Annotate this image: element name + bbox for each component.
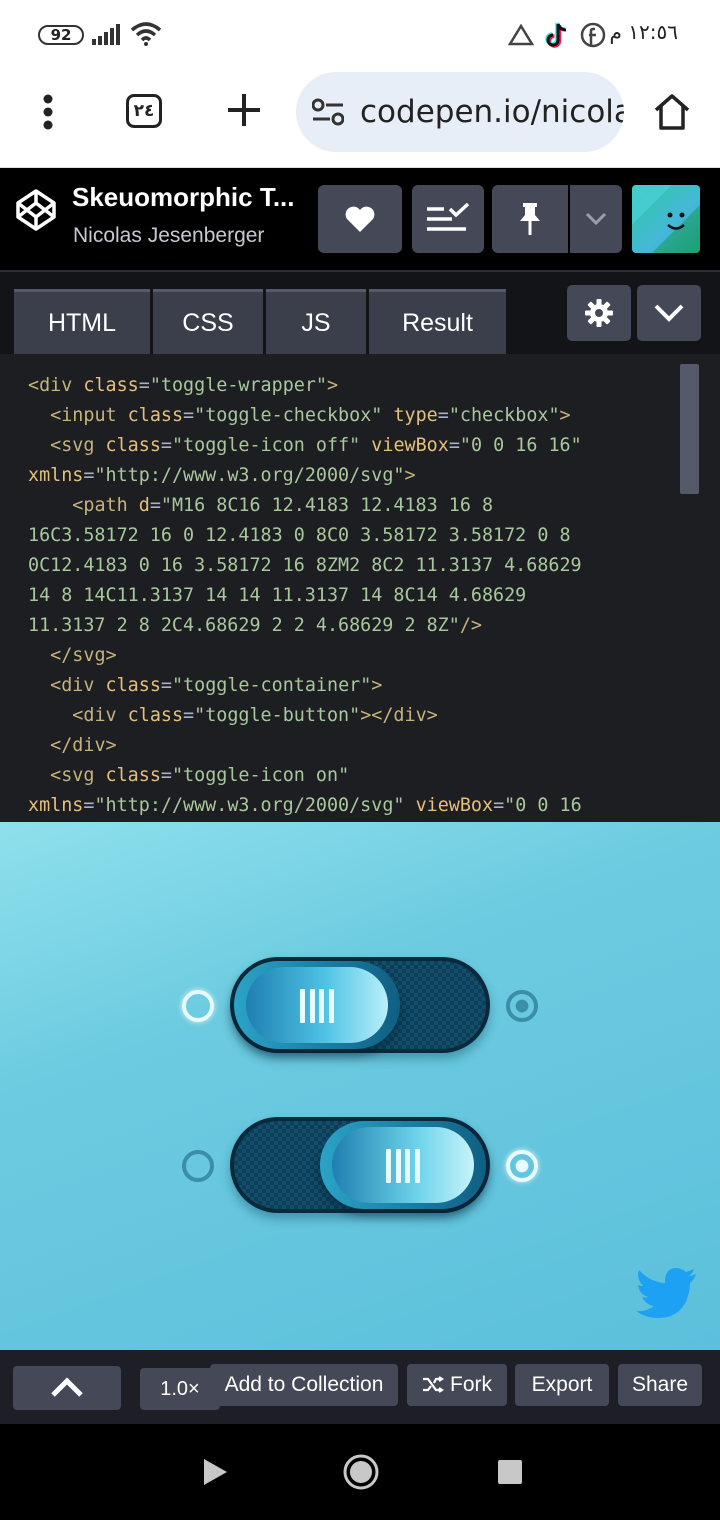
code-line: </svg> — [50, 645, 117, 666]
system-nav-bar — [0, 1424, 720, 1520]
chevron-up-icon — [51, 1377, 83, 1397]
fork-icon — [423, 1376, 444, 1393]
grip-icon — [386, 1149, 420, 1183]
codepen-logo-icon[interactable] — [14, 188, 58, 232]
on-indicator-icon — [506, 1150, 538, 1182]
fork-label: Fork — [450, 1373, 492, 1396]
code-line: <div class="toggle-container"> — [50, 675, 383, 696]
signal-icon — [92, 24, 120, 45]
facebook-icon — [580, 22, 606, 48]
code-line: xmlns="http://www.w3.org/2000/svg"> — [28, 465, 416, 486]
plus-icon[interactable] — [226, 92, 262, 128]
add-to-collection-button[interactable]: Add to Collection — [210, 1364, 398, 1406]
code-scrollbar[interactable] — [680, 364, 699, 494]
code-line: </div> — [50, 735, 117, 756]
off-indicator-icon — [182, 1150, 214, 1182]
tab-css[interactable]: CSS — [153, 289, 263, 354]
code-line: <path d="M16 8C16 12.4183 12.4183 16 8 — [72, 495, 494, 516]
back-icon[interactable] — [200, 1457, 230, 1487]
site-settings-icon[interactable] — [312, 98, 344, 126]
toggle-switch-off[interactable] — [230, 957, 490, 1053]
on-indicator-icon — [506, 990, 538, 1022]
playlist-check-icon — [427, 203, 470, 231]
code-line: <svg class="toggle-icon off" viewBox="0 … — [50, 435, 582, 456]
browser-toolbar: ٢٤ codepen.io/nicolas — [0, 70, 720, 168]
expand-console-button[interactable] — [13, 1366, 121, 1410]
settings-button[interactable] — [567, 285, 631, 341]
url-text: codepen.io/nicolas — [360, 94, 624, 130]
drive-icon — [508, 24, 534, 46]
clock: ١٢:٥٦ م — [609, 20, 678, 44]
gear-icon — [585, 299, 613, 327]
code-line: 16C3.58172 16 0 12.4183 0 8C0 3.58172 3.… — [28, 525, 571, 546]
pen-footer: 1.0× Add to Collection Fork Export Share — [0, 1350, 720, 1424]
code-text: <div class="toggle-wrapper"> <input clas… — [28, 371, 582, 821]
editor-options-button[interactable] — [637, 285, 701, 341]
avatar-face-icon — [632, 185, 700, 253]
code-line: <input class="toggle-checkbox" type="che… — [50, 405, 571, 426]
pin-button[interactable] — [492, 185, 568, 253]
wifi-icon — [130, 22, 162, 46]
pin-dropdown-button[interactable] — [570, 185, 622, 253]
heart-icon — [345, 206, 375, 232]
grip-icon — [300, 989, 334, 1023]
more-vert-icon[interactable] — [38, 94, 58, 130]
code-line: 14 8 14C11.3137 14 14 11.3137 14 8C14 4.… — [28, 585, 527, 606]
tab-js[interactable]: JS — [266, 289, 366, 354]
tab-result[interactable]: Result — [369, 289, 506, 354]
zoom-select[interactable]: 1.0× — [140, 1368, 220, 1410]
chevron-down-icon — [585, 212, 607, 226]
code-line: <div class="toggle-button"></div> — [72, 705, 438, 726]
code-editor[interactable]: <div class="toggle-wrapper"> <input clas… — [0, 354, 720, 822]
recents-icon[interactable] — [497, 1459, 523, 1485]
home-icon[interactable] — [652, 92, 692, 132]
battery-indicator: 92 — [38, 25, 84, 45]
twitter-icon[interactable] — [634, 1266, 698, 1322]
code-line: <div class="toggle-wrapper"> — [28, 375, 339, 396]
pen-author[interactable]: Nicolas Jesenberger — [73, 224, 264, 248]
export-button[interactable]: Export — [515, 1364, 609, 1406]
toggle-knob[interactable] — [234, 961, 400, 1049]
codepen-header: Skeuomorphic T... Nicolas Jesenberger — [0, 168, 720, 272]
share-button[interactable]: Share — [618, 1364, 702, 1406]
off-indicator-icon — [182, 990, 214, 1022]
toggle-knob[interactable] — [320, 1121, 486, 1209]
code-line: 11.3137 2 8 2C4.68629 2 2 4.68629 2 8Z"/… — [28, 615, 482, 636]
collections-button[interactable] — [412, 185, 484, 253]
love-button[interactable] — [318, 185, 402, 253]
code-line: 0C12.4183 0 16 3.58172 16 8ZM2 8C2 11.31… — [28, 555, 582, 576]
chevron-down-icon — [654, 304, 684, 322]
code-line: xmlns="http://www.w3.org/2000/svg" viewB… — [28, 795, 582, 816]
url-bar[interactable]: codepen.io/nicolas — [296, 72, 624, 152]
tab-html[interactable]: HTML — [14, 289, 150, 354]
tabs-icon[interactable]: ٢٤ — [126, 94, 162, 128]
pin-icon — [520, 203, 540, 235]
avatar[interactable] — [632, 185, 700, 253]
pen-title[interactable]: Skeuomorphic T... — [72, 182, 295, 213]
toggle-switch-on[interactable] — [230, 1117, 490, 1213]
code-line: <svg class="toggle-icon on" — [50, 765, 350, 786]
tiktok-icon — [545, 22, 567, 48]
result-preview — [0, 822, 720, 1350]
fork-button[interactable]: Fork — [407, 1364, 507, 1406]
status-bar: 92 ١٢:٥٦ م — [0, 0, 720, 70]
editor-tabs-bar: HTML CSS JS Result — [0, 272, 720, 354]
home-nav-icon[interactable] — [342, 1453, 380, 1491]
